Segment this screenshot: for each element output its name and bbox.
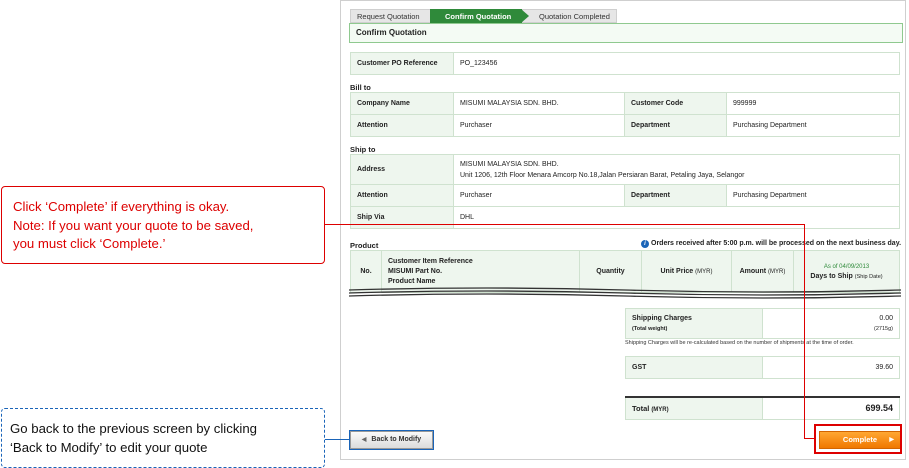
business-day-notice: i Orders received after 5:00 p.m. will be… [641, 240, 901, 248]
address-value: MISUMI MALAYSIA SDN. BHD. Unit 1206, 12t… [453, 154, 900, 185]
total-table: Total (MYR) 699.54 [625, 396, 900, 420]
po-table: Customer PO Reference PO_123456 [350, 52, 900, 75]
ship-to-heading: Ship to [350, 145, 376, 154]
ship-attention-label: Attention [350, 184, 454, 207]
company-value: MISUMI MALAYSIA SDN. BHD. [453, 92, 625, 115]
notice-text: Orders received after 5:00 p.m. will be … [651, 240, 902, 247]
bill-to-heading: Bill to [350, 83, 371, 92]
gst-label: GST [625, 356, 763, 379]
bill-department-value: Purchasing Department [726, 114, 900, 137]
shipping-label-cell: Shipping Charges (Total weight) [625, 308, 763, 339]
gst-value: 39.60 [762, 356, 900, 379]
col-ref-line-3: Product Name [388, 277, 436, 285]
col-unit-price-label: Unit Price [660, 268, 694, 275]
total-label: Total [632, 403, 650, 413]
customer-code-value: 999999 [726, 92, 900, 115]
back-button-label: Back to Modify [371, 436, 422, 443]
col-ref-line-2: MISUMI Part No. [388, 267, 443, 275]
company-label: Company Name [350, 92, 454, 115]
customer-code-label: Customer Code [624, 92, 727, 115]
bill-attention-label: Attention [350, 114, 454, 137]
page-title: Confirm Quotation [349, 23, 903, 43]
progress-steps: Request Quotation Quotation Completed Co… [350, 9, 617, 23]
weight-value: (2715g) [874, 325, 893, 332]
col-unit-price-currency: (MYR) [695, 269, 713, 275]
shipping-value-cell: 0.00 (2715g) [762, 308, 900, 339]
table-tear-divider [349, 287, 901, 299]
bill-to-table: Company Name MISUMI MALAYSIA SDN. BHD. C… [350, 92, 900, 137]
po-label: Customer PO Reference [350, 52, 454, 75]
col-amount-label: Amount [739, 268, 767, 275]
complete-callout-line-3: you must click ‘Complete.’ [13, 236, 166, 251]
address-label: Address [350, 154, 454, 185]
col-as-of: As of 04/09/2013 [823, 263, 870, 270]
ship-via-value: DHL [453, 206, 900, 229]
step-request-quotation: Request Quotation [350, 9, 432, 23]
connector-line-horizontal [325, 224, 805, 225]
ship-to-table: Address MISUMI MALAYSIA SDN. BHD. Unit 1… [350, 154, 900, 229]
ship-via-label: Ship Via [350, 206, 454, 229]
complete-callout-line-1: Click ‘Complete’ if everything is okay. [13, 199, 230, 214]
info-icon: i [641, 240, 649, 248]
shipping-table: Shipping Charges (Total weight) 0.00 (27… [625, 308, 900, 339]
product-heading: Product [350, 241, 379, 250]
recalc-note: Shipping Charges will be re-calculated b… [625, 340, 854, 346]
weight-label: (Total weight) [632, 325, 668, 332]
quotation-panel: Request Quotation Quotation Completed Co… [340, 0, 906, 460]
back-callout-line-2: ‘Back to Modify’ to edit your quote [10, 439, 208, 455]
ship-department-label: Department [624, 184, 727, 207]
address-line-2: Unit 1206, 12th Floor Menara Amcorp No.1… [460, 171, 745, 179]
bill-department-label: Department [624, 114, 727, 137]
ship-attention-value: Purchaser [453, 184, 625, 207]
complete-callout: Click ‘Complete’ if everything is okay. … [1, 186, 325, 264]
col-amount-currency: (MYR) [768, 269, 786, 275]
address-line-1: MISUMI MALAYSIA SDN. BHD. [460, 160, 559, 168]
back-callout-line-1: Go back to the previous screen by clicki… [10, 421, 258, 436]
connector-line-end [804, 438, 815, 439]
shipping-label: Shipping Charges [632, 314, 692, 322]
total-value: 699.54 [762, 396, 900, 420]
col-days-sub: (Ship Date) [854, 273, 883, 280]
complete-callout-line-2: Note: If you want your quote to be saved… [13, 217, 254, 233]
back-connector-line [325, 439, 349, 440]
step-confirm-quotation: Confirm Quotation [430, 9, 529, 23]
total-label-cell: Total (MYR) [625, 396, 763, 420]
gst-table: GST 39.60 [625, 356, 900, 379]
back-callout: Go back to the previous screen by clicki… [1, 408, 325, 468]
col-ref-line-1: Customer Item Reference [388, 257, 473, 265]
complete-highlight-box [814, 424, 902, 454]
shipping-value: 0.00 [879, 314, 893, 322]
back-arrow-icon: ◀ [361, 437, 367, 443]
po-value: PO_123456 [453, 52, 900, 75]
total-currency: (MYR) [651, 406, 669, 413]
connector-line-vertical [804, 224, 805, 439]
back-to-modify-button[interactable]: ◀ Back to Modify [350, 431, 433, 449]
step-quotation-completed: Quotation Completed [522, 9, 617, 23]
col-days-label: Days to Ship [810, 272, 853, 280]
bill-attention-value: Purchaser [453, 114, 625, 137]
ship-department-value: Purchasing Department [726, 184, 900, 207]
